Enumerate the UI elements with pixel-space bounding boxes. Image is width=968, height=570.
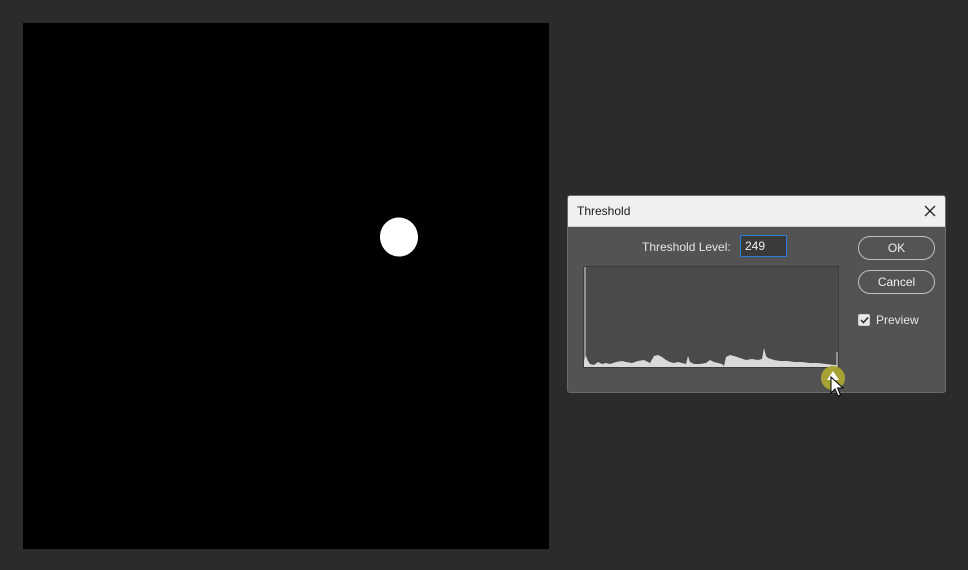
ok-button[interactable]: OK [858, 236, 935, 260]
histogram [583, 266, 839, 368]
checkmark-icon [859, 316, 869, 324]
dialog-title: Threshold [577, 204, 631, 218]
cancel-button[interactable]: Cancel [858, 270, 935, 294]
dialog-titlebar[interactable]: Threshold [568, 196, 945, 227]
threshold-level-input[interactable] [740, 235, 787, 257]
threshold-dialog: Threshold Threshold Level: OK Cancel Pre… [567, 195, 946, 393]
mouse-cursor-icon [830, 376, 844, 397]
histogram-graph [584, 267, 838, 367]
preview-label: Preview [876, 313, 919, 327]
close-button[interactable] [919, 200, 941, 222]
preview-toggle[interactable]: Preview [858, 312, 919, 328]
preview-checkbox[interactable] [858, 314, 870, 326]
close-icon [924, 205, 936, 217]
image-canvas [23, 23, 549, 549]
threshold-level-label: Threshold Level: [642, 240, 731, 254]
white-blob [377, 214, 421, 260]
